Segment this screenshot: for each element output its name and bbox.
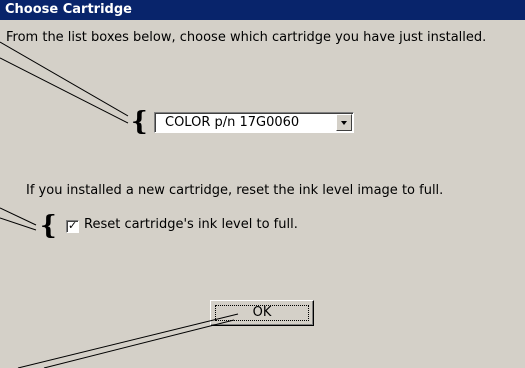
callout-line <box>0 41 129 117</box>
callout-line <box>0 207 37 226</box>
callout-line <box>0 217 37 231</box>
choose-cartridge-dialog: Choose Cartridge From the list boxes bel… <box>0 0 525 368</box>
callout-line <box>17 313 239 368</box>
callout-line <box>43 319 235 368</box>
callout-line <box>0 57 129 124</box>
callout-lines <box>0 41 239 368</box>
